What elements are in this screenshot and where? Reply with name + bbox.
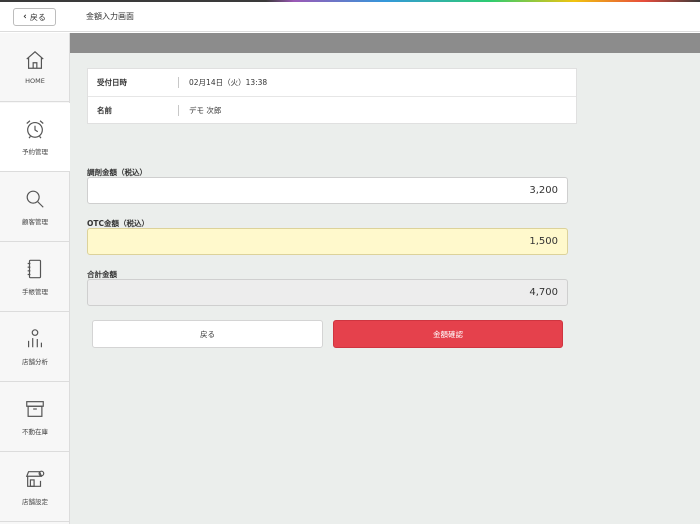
confirm-amount-button[interactable]: 金額確認 [333,320,563,348]
main-content: 受付日時 02月14日（火）13:38 名前 デモ 次郎 調剤金額（税込） 3,… [70,33,700,524]
back-button[interactable]: 戻る [92,320,323,348]
notebook-icon [27,259,42,279]
sidebar-item-analytics[interactable]: 店舗分析 [0,313,70,382]
customer-name-row: 名前 デモ 次郎 [88,96,576,123]
page-title: 金額入力画面 [86,12,134,21]
sidebar-item-label: 予約管理 [22,148,48,156]
chevron-left-icon: ‹ [23,12,27,22]
content-header-bar [70,33,700,53]
sidebar-item-label: 手帳管理 [22,288,48,296]
sidebar-item-reservations[interactable]: 予約管理 [0,103,70,172]
sidebar-item-label: 店舗分析 [22,358,48,366]
otc-amount-input[interactable]: 1,500 [87,228,568,255]
header-back-button[interactable]: ‹ 戻る [13,8,56,26]
search-icon [26,190,44,208]
customer-name-value: デモ 次郎 [189,105,222,115]
sidebar-item-inventory[interactable]: 不動在庫 [0,383,70,452]
dispensing-amount-input[interactable]: 3,200 [87,177,568,204]
customer-name-label: 名前 [97,105,112,115]
header-back-label: 戻る [29,12,46,22]
sidebar-item-store-settings[interactable]: 店舗設定 [0,453,70,522]
received-datetime-label: 受付日時 [97,78,127,87]
received-datetime-value: 02月14日（火）13:38 [189,78,268,87]
sidebar-item-notebook[interactable]: 手帳管理 [0,243,70,312]
inventory-box-icon [26,401,44,417]
divider [178,104,179,116]
sidebar: HOME 予約管理 顧客管理 手帳管理 店舗分析 不動在庫 店舗設定 [0,33,70,524]
alarm-clock-icon [26,120,44,139]
received-datetime-row: 受付日時 02月14日（火）13:38 [88,69,576,96]
reception-info-card: 受付日時 02月14日（火）13:38 名前 デモ 次郎 [87,68,577,124]
sidebar-item-label: 不動在庫 [22,428,48,436]
store-settings-icon [25,470,45,487]
home-icon [26,50,44,69]
analytics-icon [27,329,43,348]
header: ‹ 戻る 金額入力画面 [0,2,700,32]
sidebar-item-home[interactable]: HOME [0,33,70,102]
sidebar-item-customers[interactable]: 顧客管理 [0,173,70,242]
sidebar-item-label: 店舗設定 [22,498,48,506]
total-amount-field: 4,700 [87,279,568,306]
sidebar-item-label: HOME [25,77,45,85]
divider [178,77,179,88]
sidebar-item-label: 顧客管理 [22,218,48,226]
